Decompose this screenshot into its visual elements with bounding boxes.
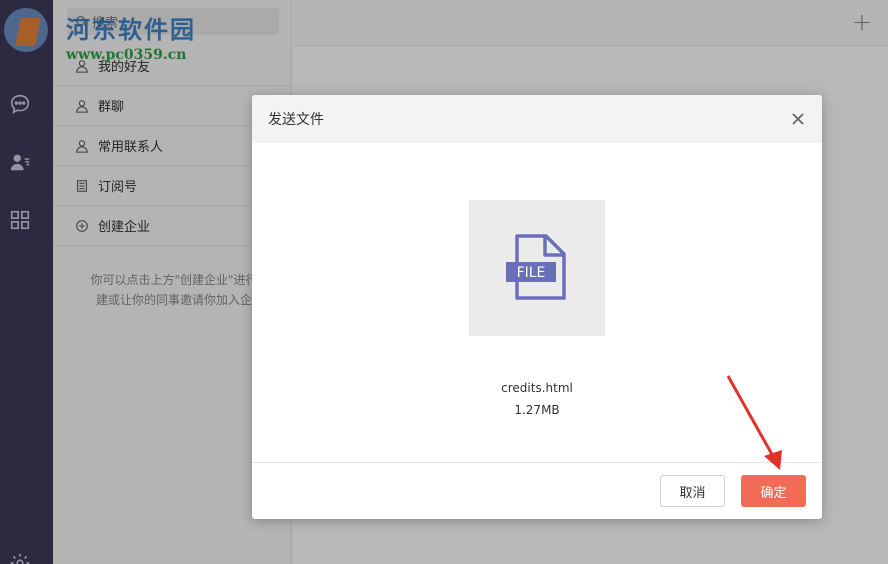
dialog-header: 发送文件 bbox=[252, 95, 822, 143]
file-preview: FILE bbox=[469, 200, 605, 336]
file-icon: FILE bbox=[506, 234, 566, 300]
cancel-button[interactable]: 取消 bbox=[660, 475, 725, 507]
file-type-label: FILE bbox=[517, 265, 546, 281]
annotation-arrow-icon bbox=[726, 375, 782, 470]
close-icon[interactable] bbox=[788, 109, 808, 129]
dialog-title: 发送文件 bbox=[268, 112, 324, 128]
